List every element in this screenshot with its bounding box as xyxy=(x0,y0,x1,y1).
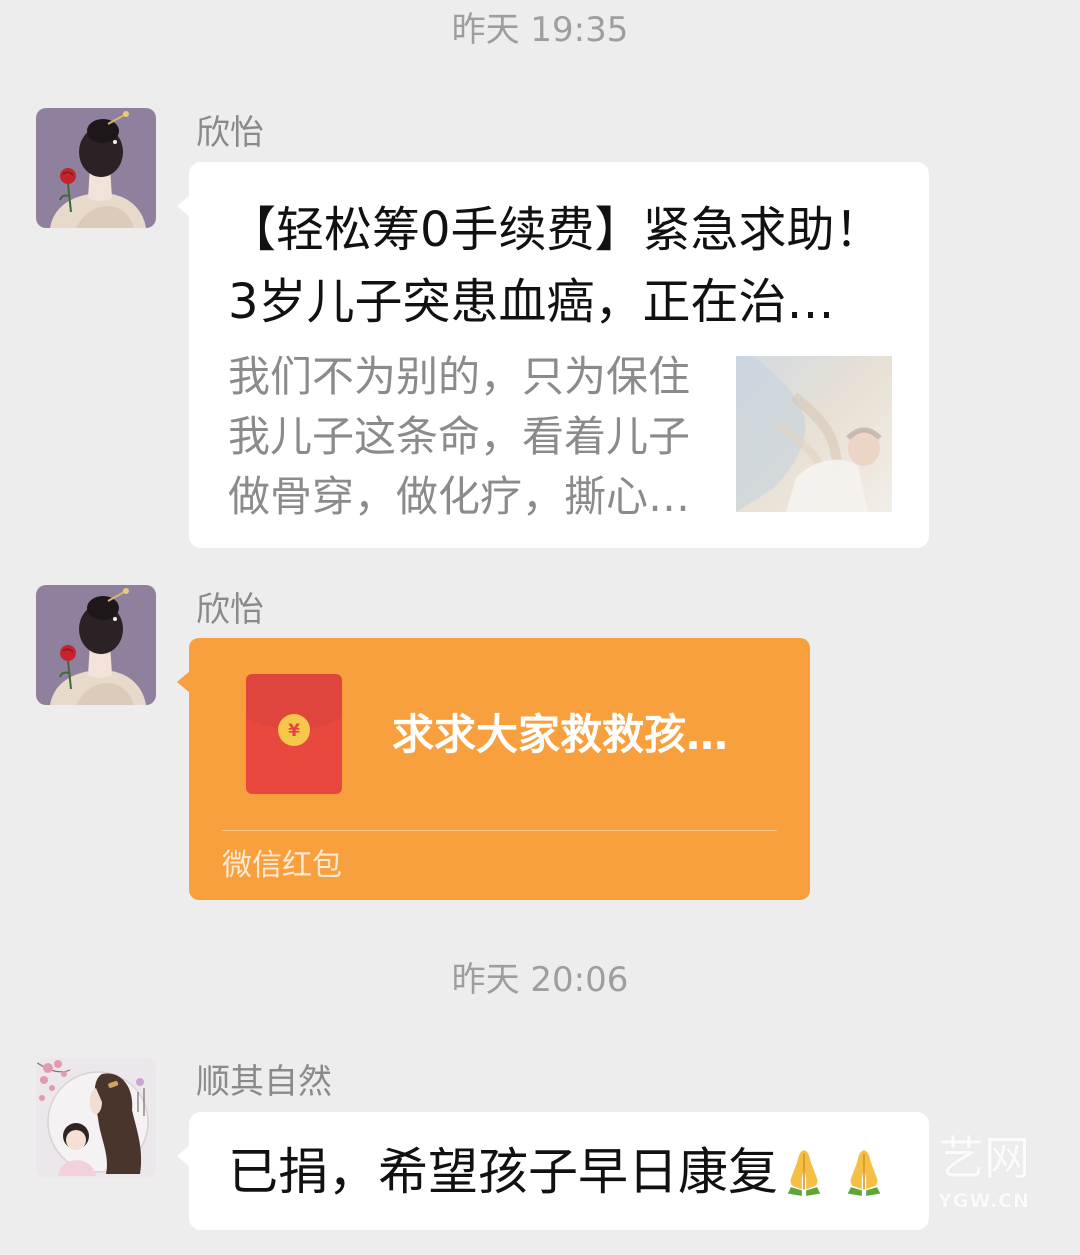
link-card-title-line: 3岁儿子突患血癌，正在治… xyxy=(228,274,835,330)
link-card-description: 我们不为别的，只为保住 我儿子这条命，看着儿子 做骨穿，做化疗，撕心… xyxy=(228,347,690,527)
watermark: 艺网 YGW.CN xyxy=(900,1130,1030,1213)
coin-symbol: ¥ xyxy=(288,721,300,741)
sender-avatar[interactable] xyxy=(36,1058,156,1178)
link-card-title: 【轻松筹0手续费】紧急求助！ 3岁儿子突患血癌，正在治… xyxy=(228,194,883,338)
link-card-title-line: 【轻松筹0手续费】紧急求助！ xyxy=(228,202,883,258)
sender-name: 欣怡 xyxy=(196,113,264,153)
sender-avatar[interactable] xyxy=(36,108,156,228)
message-content: 已捐，希望孩子早日康复 xyxy=(228,1140,890,1204)
child-in-treatment-thumbnail xyxy=(736,356,892,512)
timestamp: 昨天 19:35 xyxy=(451,10,629,50)
link-card-description-line: 我们不为别的，只为保住 xyxy=(228,352,691,401)
text-message[interactable]: 已捐，希望孩子早日康复 xyxy=(189,1112,929,1230)
red-packet-label: 微信红包 xyxy=(222,848,342,883)
woman-with-rose-avatar xyxy=(36,108,156,228)
link-card-description-line: 做骨穿，做化疗，撕心… xyxy=(228,472,691,521)
sender-name: 欣怡 xyxy=(196,590,264,630)
folded-hands-icon xyxy=(847,1150,881,1196)
red-envelope-icon: ¥ xyxy=(246,674,342,794)
mother-and-child-avatar xyxy=(36,1058,156,1178)
link-card-message[interactable]: 【轻松筹0手续费】紧急求助！ 3岁儿子突患血癌，正在治… 我们不为别的，只为保住… xyxy=(189,162,929,548)
link-card-description-line: 我儿子这条命，看着儿子 xyxy=(228,412,691,461)
watermark-domain: YGW.CN xyxy=(938,1190,1030,1212)
folded-hands-icon xyxy=(787,1150,821,1196)
red-packet-message[interactable]: ¥ 求求大家救救孩… 微信红包 xyxy=(189,638,810,900)
link-card-thumbnail xyxy=(736,356,892,512)
red-packet-greeting: 求求大家救救孩… xyxy=(392,710,729,759)
sender-avatar[interactable] xyxy=(36,585,156,705)
timestamp: 昨天 20:06 xyxy=(451,960,629,1000)
message-text: 已捐，希望孩子早日康复 xyxy=(228,1143,778,1201)
sender-name: 顺其自然 xyxy=(196,1062,332,1102)
watermark-logo-text: 艺网 xyxy=(938,1131,1030,1185)
woman-with-rose-avatar xyxy=(36,585,156,705)
divider xyxy=(222,830,777,831)
